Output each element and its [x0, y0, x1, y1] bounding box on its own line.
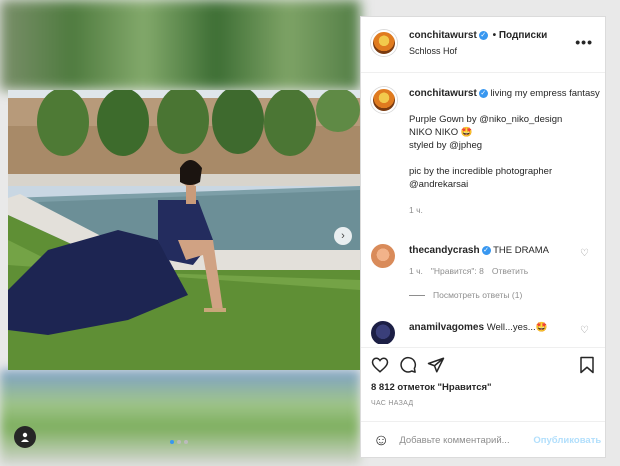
verified-icon: ✓	[478, 30, 488, 40]
caption-time: 1 ч.	[409, 205, 423, 215]
post-time: ЧАС НАЗАД	[371, 400, 414, 407]
carousel-dot-active	[170, 440, 174, 444]
caption-brand: NIKO NIKO 🤩	[409, 127, 473, 138]
heart-icon[interactable]	[371, 356, 389, 374]
share-icon[interactable]	[427, 356, 445, 374]
replies-divider	[409, 294, 425, 296]
reply-button[interactable]: Ответить	[492, 266, 528, 276]
chevron-right-icon: ›	[341, 230, 345, 242]
comment-like-heart-icon[interactable]: ♡	[580, 325, 589, 336]
comment-body: Well...yes...🤩	[486, 322, 548, 333]
caption-gown: Purple Gown by @niko_niko_design	[409, 114, 563, 125]
comment-text-line: anamilvagomes Well...yes...🤩	[409, 321, 603, 334]
post-header: conchitawurst ✓ • Подписки Schloss Hof ••…	[361, 17, 605, 73]
caption-pic: pic by the incredible photographer	[409, 166, 553, 177]
tagged-users-button[interactable]	[14, 426, 36, 448]
blurred-background-top	[0, 0, 360, 90]
comment-likes[interactable]: "Нравится": 8	[431, 266, 484, 276]
caption-styled: styled by @jpheg	[409, 140, 483, 151]
post-caption: conchitawurst ✓ living my empress fantasy…	[371, 87, 601, 217]
carousel-dot	[177, 440, 181, 444]
commenter-avatar[interactable]	[371, 244, 395, 268]
header-user-line: conchitawurst ✓ • Подписки	[409, 30, 547, 41]
comment-item: thecandycrash ✓ THE DRAMA ♡ 1 ч. "Нравитс…	[371, 244, 603, 300]
caption-username[interactable]: conchitawurst	[409, 88, 477, 99]
post-side-panel: conchitawurst ✓ • Подписки Schloss Hof ••…	[360, 16, 606, 458]
action-icons	[371, 356, 445, 374]
carousel-dot	[184, 440, 188, 444]
comment-icon[interactable]	[399, 356, 417, 374]
post-location[interactable]: Schloss Hof	[409, 46, 457, 56]
verified-icon: ✓	[481, 245, 491, 255]
next-photo-button[interactable]: ›	[334, 227, 352, 245]
comment-item: anamilvagomes Well...yes...🤩 ♡	[371, 321, 603, 344]
comment-body: THE DRAMA	[493, 245, 550, 256]
blurred-background-bottom	[0, 370, 360, 466]
emoji-icon[interactable]: ☺	[373, 432, 389, 450]
carousel-dots	[170, 440, 188, 444]
add-comment-bar: ☺ Опубликовать	[361, 421, 605, 459]
likes-count[interactable]: 8 812 отметок "Нравится"	[371, 382, 492, 393]
publish-button[interactable]: Опубликовать	[533, 435, 601, 446]
comment-meta: 1 ч. "Нравится": 8 Ответить	[409, 266, 603, 276]
comments-list: conchitawurst ✓ living my empress fantasy…	[361, 74, 605, 344]
caption-photographer[interactable]: @andrekarsai	[409, 178, 601, 191]
commenter-avatar[interactable]	[371, 321, 395, 344]
commenter-username[interactable]: thecandycrash	[409, 245, 480, 256]
post-photo[interactable]	[8, 90, 360, 370]
view-replies-button[interactable]: Посмотреть ответы (1)	[409, 290, 603, 300]
comment-input[interactable]	[399, 435, 530, 446]
bookmark-button[interactable]	[579, 356, 595, 374]
user-icon	[21, 432, 29, 442]
more-options-icon[interactable]: •••	[575, 34, 593, 50]
comment-text-line: thecandycrash ✓ THE DRAMA	[409, 244, 603, 257]
bookmark-icon	[580, 356, 594, 374]
caption-text: conchitawurst ✓ living my empress fantasy…	[409, 87, 601, 217]
author-avatar[interactable]	[371, 30, 397, 56]
verified-icon: ✓	[478, 88, 488, 98]
post-actions: 8 812 отметок "Нравится" ЧАС НАЗАД	[361, 347, 605, 431]
caption-author-avatar[interactable]	[371, 87, 397, 113]
author-username[interactable]: conchitawurst	[409, 30, 477, 41]
comment-time: 1 ч.	[409, 266, 423, 276]
commenter-username[interactable]: anamilvagomes	[409, 322, 484, 333]
follow-status[interactable]: • Подписки	[493, 30, 548, 41]
view-replies-label: Посмотреть ответы (1)	[433, 290, 523, 300]
caption-first-line: living my empress fantasy	[490, 88, 600, 99]
comment-like-heart-icon[interactable]: ♡	[580, 248, 589, 259]
